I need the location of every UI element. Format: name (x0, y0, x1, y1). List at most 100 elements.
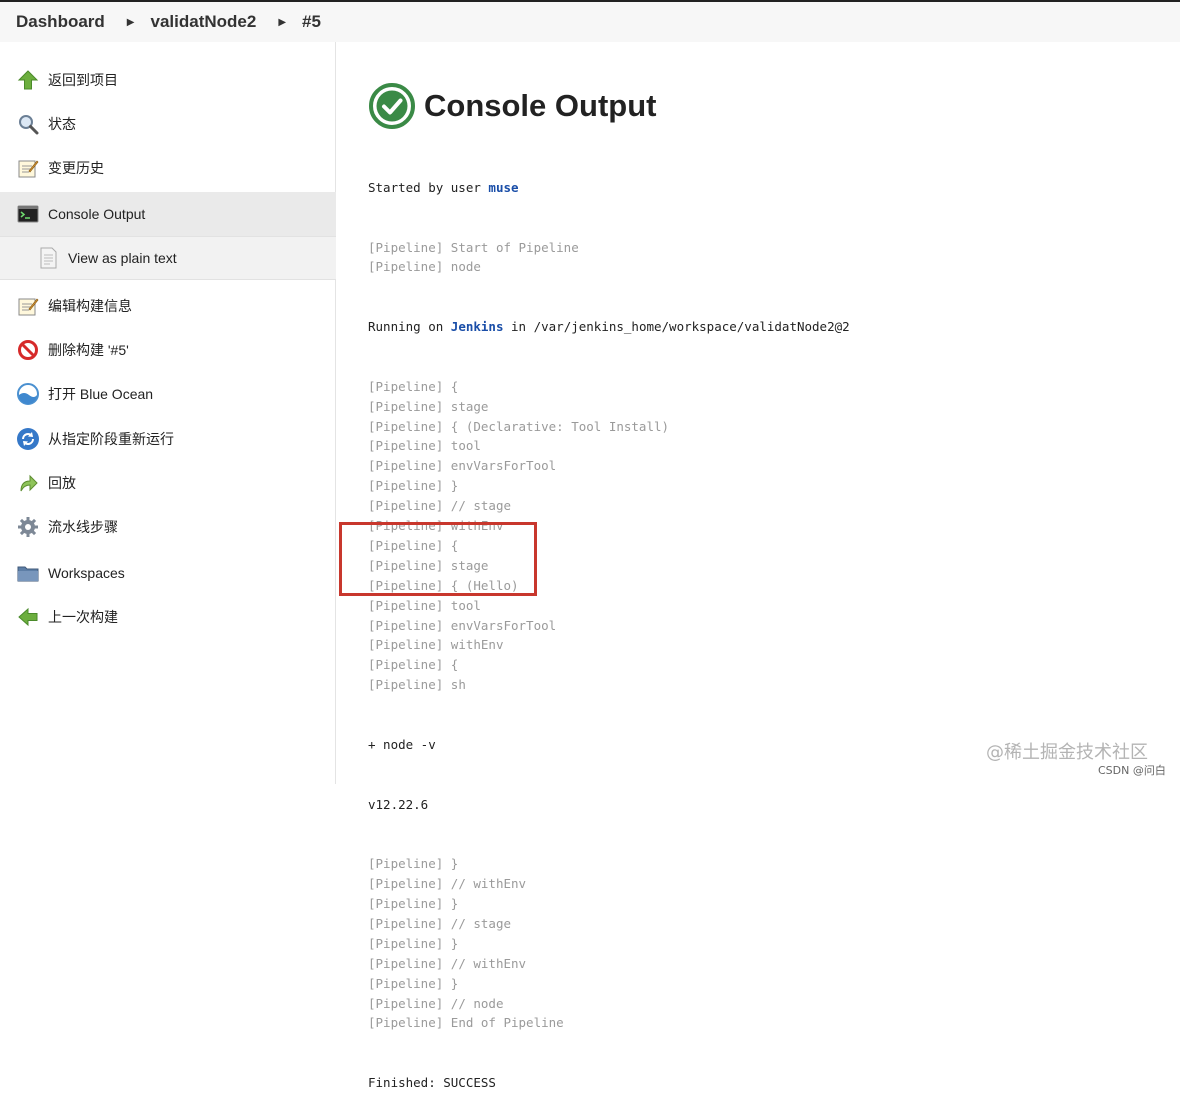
pipeline-text: { (443, 378, 459, 394)
pipeline-text: withEnv (443, 637, 504, 653)
sidebar-item-restart-from-stage[interactable]: 从指定阶段重新运行 (0, 417, 336, 461)
sidebar-item-label: Workspaces (48, 565, 125, 581)
sidebar-item-label: 返回到项目 (48, 72, 118, 88)
pipeline-tag: [Pipeline] (368, 438, 444, 454)
pipeline-text: } (443, 896, 459, 912)
pipeline-line: [Pipeline] // stage (368, 914, 1168, 934)
pipeline-tag: [Pipeline] (368, 597, 444, 613)
pipeline-tag: [Pipeline] (368, 657, 444, 673)
pipeline-line: [Pipeline] } (368, 934, 1168, 954)
pipeline-tag: [Pipeline] (368, 557, 444, 573)
pipeline-tag: [Pipeline] (368, 637, 444, 653)
sidebar-item-workspaces[interactable]: Workspaces (0, 551, 336, 595)
sidebar-item-back-to-project[interactable]: 返回到项目 (0, 58, 336, 102)
pipeline-text: node (443, 259, 481, 275)
pipeline-text: withEnv (443, 518, 504, 534)
refresh-icon (16, 427, 40, 451)
breadcrumb-separator-icon[interactable]: ▶ (278, 17, 286, 28)
sidebar-item-label: 回放 (48, 475, 76, 491)
sidebar-item-label: Console Output (48, 206, 146, 222)
pipeline-text: { (443, 657, 459, 673)
sidebar-item-label: 从指定阶段重新运行 (48, 431, 174, 447)
notepad-icon (16, 294, 40, 318)
console-line: Running on Jenkins in /var/jenkins_home/… (368, 317, 1168, 337)
console-output: Started by user muse [Pipeline] Start of… (368, 138, 1168, 1113)
user-link[interactable]: muse (488, 180, 518, 195)
breadcrumb-separator-icon[interactable]: ▶ (127, 17, 135, 28)
pipeline-text: { (443, 537, 459, 553)
sidebar-item-replay[interactable]: 回放 (0, 461, 336, 505)
pipeline-tag: [Pipeline] (368, 975, 444, 991)
pipeline-text: stage (443, 557, 489, 573)
pipeline-text: tool (443, 438, 481, 454)
pipeline-text: // stage (443, 498, 511, 514)
sidebar-item-previous-build[interactable]: 上一次构建 (0, 595, 336, 639)
pipeline-text: } (443, 856, 459, 872)
pipeline-text: // stage (443, 915, 511, 931)
sidebar-item-label: 打开 Blue Ocean (48, 386, 154, 402)
pipeline-tag: [Pipeline] (368, 617, 444, 633)
pipeline-line: [Pipeline] stage (368, 556, 1168, 576)
pipeline-line: [Pipeline] { (368, 377, 1168, 397)
pipeline-line: [Pipeline] } (368, 476, 1168, 496)
sidebar-item-pipeline-steps[interactable]: 流水线步骤 (0, 505, 336, 549)
breadcrumb: Dashboard ▶ validatNode2 ▶ #5 (0, 0, 1180, 42)
pipeline-tag: [Pipeline] (368, 259, 444, 275)
success-check-icon (368, 82, 416, 130)
sidebar-item-console-output[interactable]: Console Output (0, 192, 336, 236)
breadcrumb-job[interactable]: validatNode2 (151, 12, 257, 32)
breadcrumb-build[interactable]: #5 (302, 12, 321, 32)
pipeline-text: // node (443, 995, 504, 1011)
pipeline-text: envVarsForTool (443, 458, 557, 474)
pipeline-tag: [Pipeline] (368, 935, 444, 951)
sidebar-item-status[interactable]: 状态 (0, 102, 336, 146)
pipeline-text: envVarsForTool (443, 617, 557, 633)
pipeline-line: [Pipeline] } (368, 854, 1168, 874)
folder-icon (16, 561, 40, 585)
pipeline-line: [Pipeline] node (368, 257, 1168, 277)
console-text: Started by user (368, 179, 489, 195)
pipeline-tag: [Pipeline] (368, 677, 444, 693)
sidebar-item-label: 删除构建 '#5' (48, 342, 129, 358)
pipeline-line: [Pipeline] // withEnv (368, 874, 1168, 894)
pipeline-line: [Pipeline] stage (368, 397, 1168, 417)
pipeline-text: Start of Pipeline (443, 239, 579, 255)
pipeline-line: [Pipeline] Start of Pipeline (368, 238, 1168, 258)
pipeline-tag: [Pipeline] (368, 498, 444, 514)
pipeline-tag: [Pipeline] (368, 537, 444, 553)
console-text: in /var/jenkins_home/workspace/validatNo… (503, 319, 850, 335)
pipeline-tag: [Pipeline] (368, 458, 444, 474)
pipeline-text: End of Pipeline (443, 1015, 564, 1031)
magnifier-icon (16, 112, 40, 136)
terminal-icon (16, 202, 40, 226)
pipeline-line: [Pipeline] { (368, 536, 1168, 556)
pipeline-line: [Pipeline] } (368, 974, 1168, 994)
replay-arrow-icon (16, 471, 40, 495)
pipeline-text: } (443, 935, 459, 951)
sidebar-item-delete-build[interactable]: 删除构建 '#5' (0, 328, 336, 372)
breadcrumb-dashboard[interactable]: Dashboard (16, 12, 105, 32)
sidebar-item-label: 流水线步骤 (48, 519, 118, 535)
pipeline-text: sh (443, 677, 466, 693)
pipeline-tag: [Pipeline] (368, 378, 444, 394)
pipeline-line: [Pipeline] { (368, 655, 1168, 675)
sidebar-item-edit-build-info[interactable]: 编辑构建信息 (0, 284, 336, 328)
sidebar-item-changes[interactable]: 变更历史 (0, 146, 336, 190)
sidebar-item-view-plain-text[interactable]: View as plain text (0, 236, 336, 280)
pipeline-tag: [Pipeline] (368, 915, 444, 931)
sidebar-item-label: 状态 (48, 116, 76, 132)
pipeline-line: [Pipeline] envVarsForTool (368, 616, 1168, 636)
pipeline-tag: [Pipeline] (368, 239, 444, 255)
sidebar-item-label: 编辑构建信息 (48, 298, 132, 314)
node-link[interactable]: Jenkins (451, 319, 504, 334)
console-output-line: v12.22.6 (368, 796, 429, 812)
pipeline-tag: [Pipeline] (368, 398, 444, 414)
pipeline-tag: [Pipeline] (368, 955, 444, 971)
pipeline-line: [Pipeline] withEnv (368, 635, 1168, 655)
pipeline-tag: [Pipeline] (368, 856, 444, 872)
pipeline-line: [Pipeline] { (Declarative: Tool Install) (368, 417, 1168, 437)
watermark-text: @稀土掘金技术社区 (986, 742, 1148, 763)
pipeline-tag: [Pipeline] (368, 478, 444, 494)
pipeline-tag: [Pipeline] (368, 518, 444, 534)
sidebar-item-blue-ocean[interactable]: 打开 Blue Ocean (0, 372, 336, 416)
